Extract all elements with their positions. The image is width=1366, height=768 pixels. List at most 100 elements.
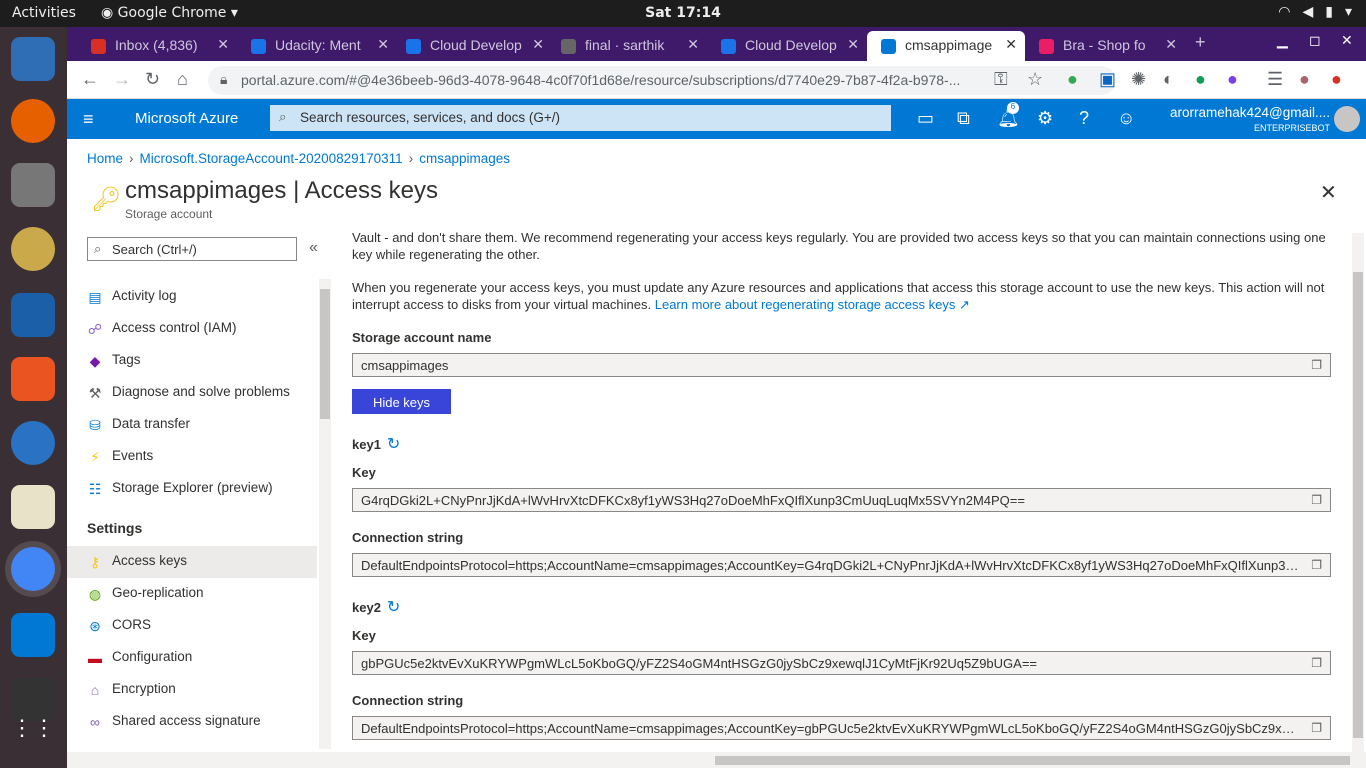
help-icon[interactable] [11,421,55,465]
copy-icon[interactable]: ❐ [1311,357,1322,374]
files-icon[interactable] [11,163,55,207]
help-question-icon[interactable]: ? [1079,108,1089,129]
collapse-menu-icon[interactable]: « [309,239,318,257]
new-tab-icon[interactable]: + [1195,32,1206,53]
settings-gear-icon[interactable]: ⚙ [1037,108,1053,129]
text-editor-icon[interactable] [11,485,55,529]
rhythmbox-icon[interactable] [11,227,55,271]
breadcrumb-home[interactable]: Home [87,151,123,166]
chrome-dock-icon[interactable] [11,547,55,591]
close-icon[interactable]: ✕ [217,36,229,53]
sidebar-item-sas[interactable]: ∞ Shared access signature [87,706,317,738]
directory-filter-icon[interactable]: ⧉ [957,108,970,129]
key-icon[interactable]: ⚿ [994,69,1008,90]
sidebar-item-activity-log[interactable]: ▤ Activity log [87,281,317,313]
activities-button[interactable]: Activities [12,5,76,21]
tab-cloud-dev-2[interactable]: Cloud Develop ✕ [707,31,867,61]
firefox-icon[interactable] [11,99,55,143]
tab-github[interactable]: final · sarthik ✕ [547,31,707,61]
profile-avatar-icon[interactable]: ● [1299,69,1310,90]
content-scroll-thumb[interactable] [1353,272,1363,738]
notifications-icon[interactable]: 🔔︎ 6 [997,102,1020,129]
maximize-icon[interactable]: ◻ [1309,32,1321,49]
tab-cmsappimages[interactable]: cmsappimage ✕ [867,31,1025,61]
extension-icon[interactable]: ● [1067,69,1078,90]
thunderbird-icon[interactable] [11,37,55,81]
hide-keys-button[interactable]: Hide keys [352,389,451,414]
refresh-icon[interactable]: ↻ [387,599,400,616]
sidebar-item-storage-explorer[interactable]: ☷ Storage Explorer (preview) [87,473,317,505]
close-icon[interactable]: ✕ [1165,36,1177,53]
search-icon: ⌕ [279,109,287,124]
react-extension-icon[interactable]: ✺ [1131,69,1146,90]
linkedin-icon[interactable]: ▣ [1099,69,1116,90]
chevron-right-icon: › [129,151,134,166]
writer-icon[interactable] [11,293,55,337]
sidebar-item-geo-replication[interactable]: ◍ Geo-replication [87,578,317,610]
sidebar-item-encryption[interactable]: ⌂ Encryption [87,674,317,706]
sidebar-item-iam[interactable]: ☍ Access control (IAM) [87,313,317,345]
back-icon[interactable]: ← [81,69,99,90]
horizontal-scroll-thumb[interactable] [715,756,1350,765]
bookmark-star-icon[interactable]: ☆ [1027,69,1043,90]
global-search-input[interactable]: ⌕ Search resources, services, and docs (… [270,105,891,131]
sidebar-item-tags[interactable]: ◆ Tags [87,345,317,377]
sidebar-item-data-transfer[interactable]: ⛁ Data transfer [87,409,317,441]
sidebar-item-configuration[interactable]: ▬ Configuration [87,642,317,674]
window-close-icon[interactable]: ✕ [1341,32,1353,49]
key1-key-field[interactable]: G4rqDGki2L+CNyPnrJjKdA+lWvHrvXtcDFKCx8yf… [352,488,1331,512]
close-icon[interactable]: ✕ [532,36,544,53]
copy-icon[interactable]: ❐ [1311,720,1322,737]
tab-inbox[interactable]: Inbox (4,836) ✕ [77,31,237,61]
tab-udacity[interactable]: Udacity: Ment ✕ [237,31,397,61]
forward-icon[interactable]: → [113,69,131,90]
copy-icon[interactable]: ❐ [1311,557,1322,574]
software-icon[interactable] [11,357,55,401]
key1-connection-field[interactable]: DefaultEndpointsProtocol=https;AccountNa… [352,553,1331,577]
extension-icon-3[interactable]: ● [1227,69,1238,90]
extension-icon-2[interactable]: ◐ [1163,69,1174,90]
close-icon[interactable]: ✕ [377,36,389,53]
tab-shop[interactable]: Bra - Shop fo ✕ [1025,31,1185,61]
account-menu[interactable]: arorramehak424@gmail.... ENTERPRISEBOT [1170,105,1330,133]
avatar[interactable] [1334,106,1360,132]
menu-search-input[interactable]: ⌕ Search (Ctrl+/) [87,237,297,261]
reading-list-icon[interactable]: ☰ [1267,69,1283,90]
close-icon[interactable]: ✕ [687,36,699,53]
hamburger-icon[interactable]: ≡ [83,109,94,130]
close-blade-icon[interactable]: ✕ [1320,180,1337,205]
tab-cloud-dev-1[interactable]: Cloud Develop ✕ [392,31,552,61]
refresh-icon[interactable]: ↻ [387,436,400,453]
grammarly-icon[interactable]: ● [1195,69,1206,90]
sidebar-item-cors[interactable]: ⊛ CORS [87,610,317,642]
breadcrumb-parent[interactable]: Microsoft.StorageAccount-20200829170311 [140,151,403,166]
update-icon[interactable]: ● [1331,69,1342,90]
breadcrumb-current[interactable]: cmsappimages [419,151,510,166]
key2-key-field[interactable]: gbPGUc5e2ktvEvXuKRYWPgmWLcL5oKboGQ/yFZ2S… [352,651,1331,675]
close-icon[interactable]: ✕ [847,36,859,53]
home-icon[interactable]: ⌂ [177,69,188,90]
vscode-icon[interactable] [11,613,55,657]
link-icon: ∞ [90,714,100,730]
feedback-smiley-icon[interactable]: ☺ [1117,108,1135,129]
sidebar-item-access-keys[interactable]: ⚷ Access keys [67,546,317,578]
close-icon[interactable]: ✕ [1005,36,1017,53]
address-bar[interactable]: 🔒︎ portal.azure.com/#@4e36beeb-96d3-4078… [208,66,1116,95]
sidebar-scroll-thumb[interactable] [320,289,330,419]
app-grid-icon[interactable]: ⋮⋮ [11,715,55,759]
regen-note: When you regenerate your access keys, yo… [352,279,1332,313]
sidebar-item-diagnose[interactable]: ⚒ Diagnose and solve problems [87,377,317,409]
reload-icon[interactable]: ↻ [145,69,160,90]
copy-icon[interactable]: ❐ [1311,655,1322,672]
sidebar-item-events[interactable]: ⚡︎ Events [87,441,317,473]
azure-brand[interactable]: Microsoft Azure [135,110,238,127]
copy-icon[interactable]: ❐ [1311,492,1322,509]
learn-more-link[interactable]: Learn more about regenerating storage ac… [655,297,970,312]
minimize-icon[interactable]: ▁ [1277,32,1288,49]
cloud-shell-icon[interactable]: ▭ [917,108,934,129]
app-menu[interactable]: ◉ Google Chrome ▾ [101,5,238,21]
storage-name-field[interactable]: cmsappimages ❐ [352,353,1331,377]
sidebar-item-label: Shared access signature [112,713,261,728]
key2-connection-field[interactable]: DefaultEndpointsProtocol=https;AccountNa… [352,716,1331,740]
system-tray[interactable]: ◠ ◀ ▮ ▾ [1278,4,1352,20]
